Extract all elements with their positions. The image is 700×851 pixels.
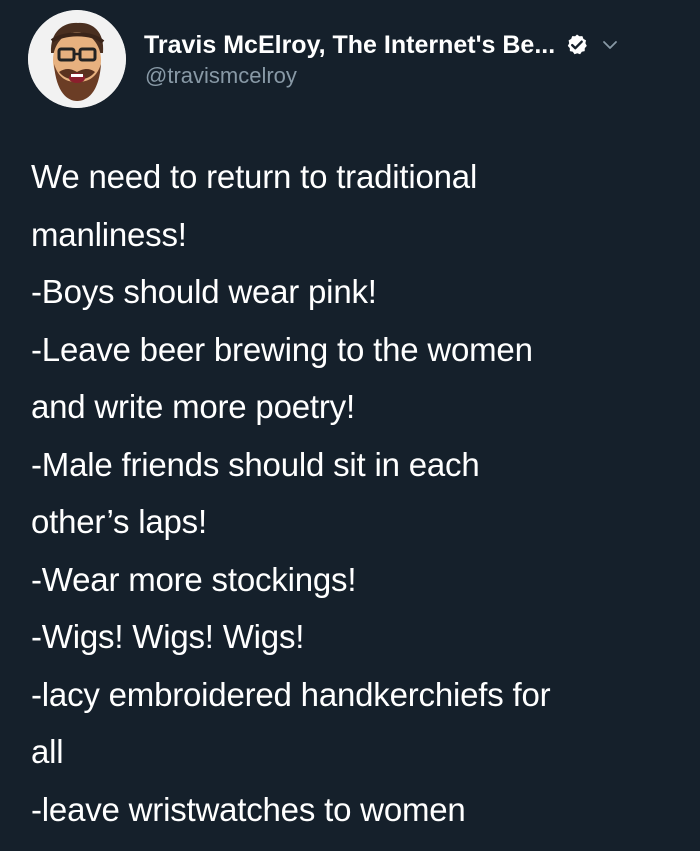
tweet-text: We need to return to traditional manline…	[31, 148, 671, 838]
tweet-card: Travis McElroy, The Internet's Be... @tr…	[0, 0, 700, 851]
tweet-line: other’s laps!	[31, 503, 207, 540]
tweet-line: -Wigs! Wigs! Wigs!	[31, 618, 305, 655]
author-display-name[interactable]: Travis McElroy, The Internet's Be...	[144, 31, 555, 60]
tweet-line: -Leave beer brewing to the women	[31, 330, 533, 368]
tweet-line: -Male friends should sit in each	[31, 445, 480, 483]
tweet-line: -lacy embroidered handkerchiefs for	[31, 675, 551, 713]
tweet-line: all	[31, 733, 64, 770]
tweet-line: -Boys should wear pink!	[31, 273, 377, 310]
tweet-header: Travis McElroy, The Internet's Be... @tr…	[28, 10, 688, 110]
chevron-down-icon[interactable]	[601, 36, 619, 54]
author-name-row: Travis McElroy, The Internet's Be...	[144, 28, 684, 62]
author-handle[interactable]: @travismcelroy	[145, 63, 297, 89]
tweet-line: -Wear more stockings!	[31, 560, 357, 598]
avatar-bearded-man-glasses-icon	[28, 10, 126, 108]
avatar[interactable]	[28, 10, 126, 108]
verified-badge-icon	[565, 33, 589, 57]
tweet-line: and write more poetry!	[31, 388, 355, 425]
tweet-line: manliness!	[31, 215, 187, 253]
tweet-line: -leave wristwatches to women	[31, 790, 466, 828]
tweet-line: We need to return to traditional	[31, 158, 478, 195]
